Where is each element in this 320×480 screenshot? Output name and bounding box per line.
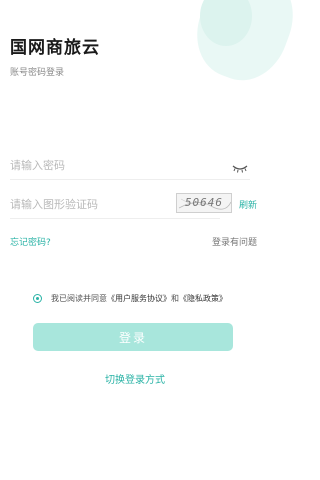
captcha-image[interactable]: 50646	[176, 193, 232, 213]
captcha-code: 50646	[184, 196, 224, 209]
password-input[interactable]	[10, 156, 180, 174]
user-agreement-link[interactable]: 《用户服务协议》	[107, 294, 171, 303]
privacy-policy-link[interactable]: 《隐私政策》	[179, 294, 227, 303]
password-field	[10, 150, 250, 180]
switch-login-method-link[interactable]: 切换登录方式	[0, 371, 270, 386]
agreement-and: 和	[171, 294, 179, 303]
agreement-prefix: 我已阅读并同意	[51, 294, 107, 303]
forgot-password-link[interactable]: 忘记密码?	[10, 235, 51, 248]
login-problem-link[interactable]: 登录有问题	[212, 235, 257, 248]
eye-closed-icon[interactable]	[232, 159, 248, 173]
login-mode-subtitle: 账号密码登录	[10, 68, 65, 78]
login-button[interactable]: 登录	[33, 323, 233, 351]
captcha-row: 50646 刷新	[10, 189, 260, 219]
agreement-text: 我已阅读并同意《用户服务协议》和《隐私政策》	[51, 293, 227, 305]
agreement-row: 我已阅读并同意《用户服务协议》和《隐私政策》	[33, 293, 263, 305]
refresh-captcha-button[interactable]: 刷新	[239, 198, 257, 211]
agree-radio[interactable]	[33, 294, 42, 303]
page-title: 国网商旅云	[10, 38, 100, 58]
